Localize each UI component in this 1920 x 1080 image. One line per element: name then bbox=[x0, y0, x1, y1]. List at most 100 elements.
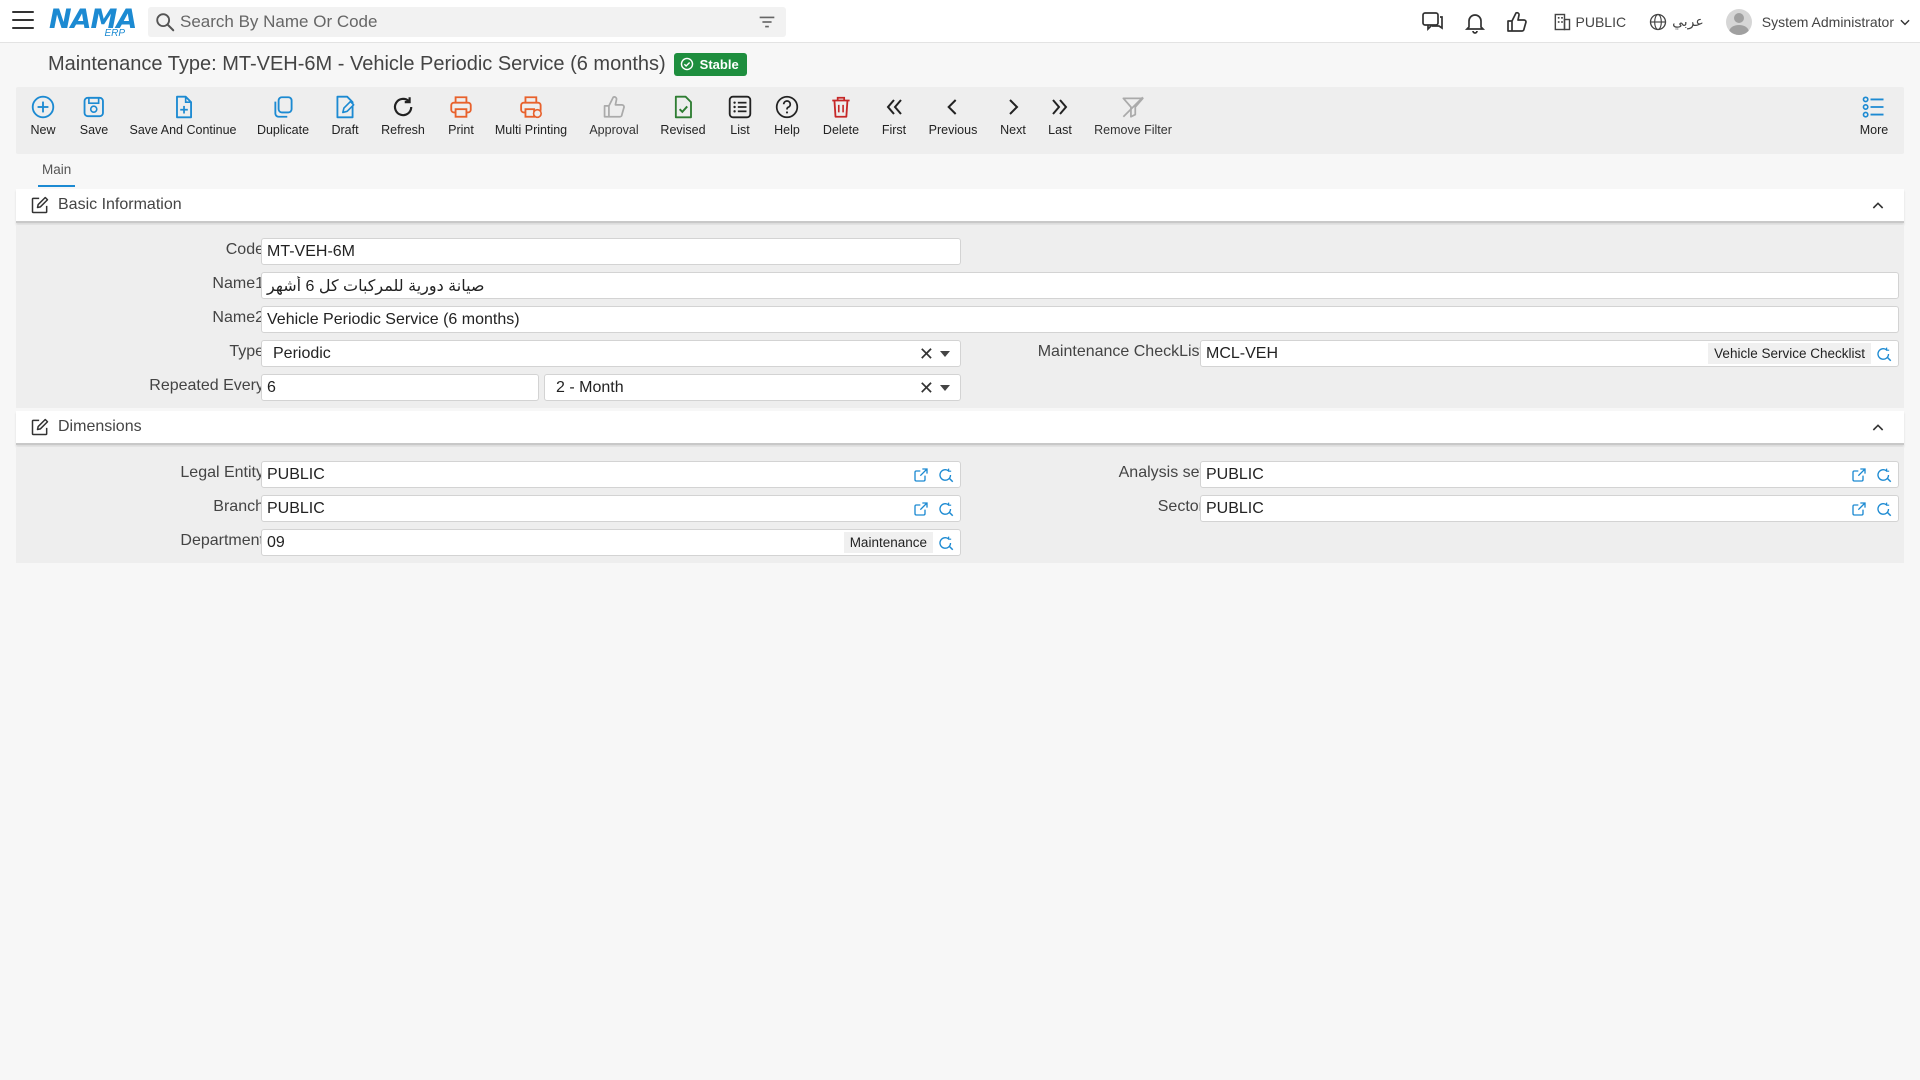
search-lookup-icon[interactable] bbox=[935, 498, 957, 520]
save-label: Save bbox=[79, 123, 109, 137]
duplicate-button[interactable]: Duplicate bbox=[257, 93, 309, 137]
chevron-right-icon bbox=[1009, 99, 1019, 115]
language-selector[interactable]: عربي bbox=[1648, 12, 1704, 32]
user-menu[interactable]: System Administrator bbox=[1725, 8, 1912, 35]
status-text: Stable bbox=[699, 56, 739, 72]
previous-button[interactable]: Previous bbox=[929, 93, 977, 137]
next-button[interactable]: Next bbox=[999, 93, 1027, 137]
list-label: List bbox=[730, 123, 750, 137]
approval-button[interactable]: Approval bbox=[589, 93, 639, 137]
department-field[interactable]: 09 Maintenance bbox=[261, 529, 961, 556]
clear-icon[interactable]: ✕ bbox=[919, 379, 934, 397]
top-bar: NAMA ERP PUBLIC عربي System Administrato… bbox=[0, 0, 1920, 43]
sector-field[interactable]: PUBLIC bbox=[1200, 495, 1899, 522]
name1-label: Name1 bbox=[212, 275, 264, 292]
clear-icon[interactable]: ✕ bbox=[919, 345, 934, 363]
remove-filter-icon bbox=[1122, 96, 1144, 118]
multi-printing-button[interactable]: Multi Printing bbox=[495, 93, 567, 137]
branch-label: Branch bbox=[213, 498, 264, 515]
draft-icon bbox=[336, 95, 355, 119]
file-plus-icon bbox=[175, 95, 192, 119]
external-link-icon[interactable] bbox=[1848, 464, 1870, 486]
tab-main[interactable]: Main bbox=[38, 162, 76, 187]
repeated-every-input[interactable]: 6 bbox=[261, 374, 539, 401]
duplicate-label: Duplicate bbox=[256, 123, 310, 137]
multi-printer-icon bbox=[520, 96, 543, 119]
analysis-set-field[interactable]: PUBLIC bbox=[1200, 461, 1899, 488]
repeated-unit-value: 2 - Month bbox=[556, 378, 624, 396]
filter-icon[interactable] bbox=[756, 11, 778, 33]
app-logo[interactable]: NAMA ERP bbox=[49, 4, 137, 39]
external-link-icon[interactable] bbox=[910, 498, 932, 520]
legal-entity-value: PUBLIC bbox=[267, 465, 325, 483]
search-lookup-icon[interactable] bbox=[1873, 343, 1895, 365]
chevron-left-icon bbox=[947, 99, 957, 115]
status-badge: Stable bbox=[673, 52, 747, 76]
revised-label: Revised bbox=[660, 123, 706, 137]
branch-field[interactable]: PUBLIC bbox=[261, 495, 961, 522]
more-list-icon bbox=[1862, 96, 1884, 118]
new-button[interactable]: New bbox=[29, 93, 57, 137]
dimensions-body: Legal Entity PUBLIC Analysis set PUBLIC … bbox=[16, 447, 1904, 563]
external-link-icon[interactable] bbox=[1848, 498, 1870, 520]
department-code: 09 bbox=[267, 533, 285, 551]
section-basic-information[interactable]: Basic Information bbox=[16, 189, 1904, 223]
code-field[interactable]: MT-VEH-6M bbox=[261, 238, 961, 265]
legal-entity-label: Legal Entity bbox=[180, 464, 264, 481]
refresh-icon bbox=[393, 97, 413, 117]
chevron-up-icon[interactable] bbox=[1870, 420, 1886, 436]
analysis-set-value: PUBLIC bbox=[1206, 465, 1264, 483]
search-input[interactable] bbox=[176, 12, 756, 32]
double-chevron-right-icon bbox=[1052, 99, 1068, 115]
thumbs-up-icon[interactable] bbox=[1504, 9, 1530, 35]
branch-value: PUBLIC bbox=[267, 499, 325, 517]
last-button[interactable]: Last bbox=[1046, 93, 1074, 137]
name1-field[interactable]: صيانة دورية للمركبات كل 6 أشهر bbox=[261, 272, 1899, 299]
search-lookup-icon[interactable] bbox=[935, 464, 957, 486]
search-lookup-icon[interactable] bbox=[935, 532, 957, 554]
repeated-unit-select[interactable]: 2 - Month ✕ bbox=[544, 374, 961, 401]
save-and-continue-button[interactable]: Save And Continue bbox=[129, 93, 237, 137]
checklist-field[interactable]: MCL-VEH Vehicle Service Checklist bbox=[1200, 340, 1899, 367]
type-value: Periodic bbox=[273, 344, 331, 362]
legal-entity-selector[interactable]: PUBLIC bbox=[1552, 12, 1626, 32]
search-lookup-icon[interactable] bbox=[1873, 464, 1895, 486]
legal-entity-field[interactable]: PUBLIC bbox=[261, 461, 961, 488]
approval-label: Approval bbox=[589, 123, 639, 137]
type-label: Type bbox=[229, 343, 264, 360]
checklist-name-tag: Vehicle Service Checklist bbox=[1708, 343, 1871, 364]
help-button[interactable]: Help bbox=[773, 93, 801, 137]
print-button[interactable]: Print bbox=[447, 93, 475, 137]
more-button[interactable]: More bbox=[1860, 93, 1888, 137]
avatar bbox=[1725, 8, 1752, 35]
dropdown-caret-icon[interactable] bbox=[940, 384, 950, 391]
dropdown-caret-icon[interactable] bbox=[940, 350, 950, 357]
code-label: Code bbox=[225, 241, 264, 258]
list-button[interactable]: List bbox=[726, 93, 754, 137]
search-lookup-icon[interactable] bbox=[1873, 498, 1895, 520]
name2-field[interactable]: Vehicle Periodic Service (6 months) bbox=[261, 306, 1899, 333]
remove-filter-button[interactable]: Remove Filter bbox=[1094, 93, 1172, 137]
chat-icon[interactable] bbox=[1420, 9, 1446, 35]
trash-icon bbox=[832, 96, 850, 118]
action-toolbar: New Save Save And Continue Duplicate Dra… bbox=[16, 87, 1904, 154]
menu-icon[interactable] bbox=[12, 11, 34, 31]
plus-circle-icon bbox=[31, 95, 55, 119]
type-select[interactable]: Periodic ✕ bbox=[261, 340, 961, 367]
save-button[interactable]: Save bbox=[79, 93, 109, 137]
name2-label: Name2 bbox=[212, 309, 264, 326]
bell-icon[interactable] bbox=[1462, 9, 1488, 35]
chevron-up-icon[interactable] bbox=[1870, 198, 1886, 214]
first-button[interactable]: First bbox=[880, 93, 908, 137]
user-name: System Administrator bbox=[1761, 13, 1894, 30]
help-icon bbox=[775, 95, 799, 119]
printer-icon bbox=[450, 96, 472, 118]
draft-button[interactable]: Draft bbox=[331, 93, 359, 137]
delete-button[interactable]: Delete bbox=[823, 93, 859, 137]
revised-button[interactable]: Revised bbox=[660, 93, 706, 137]
refresh-button[interactable]: Refresh bbox=[381, 93, 425, 137]
section-dimensions[interactable]: Dimensions bbox=[16, 411, 1904, 445]
external-link-icon[interactable] bbox=[910, 464, 932, 486]
name1-value: صيانة دورية للمركبات كل 6 أشهر bbox=[267, 277, 485, 295]
new-label: New bbox=[30, 123, 56, 137]
